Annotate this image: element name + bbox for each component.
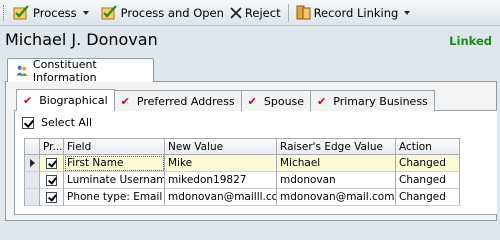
checkmark-icon: ✔ [23, 94, 33, 107]
tab-spouse-label: Spouse [263, 94, 305, 108]
tab-primary-business[interactable]: ✔ Primary Business [310, 90, 435, 111]
action-cell[interactable]: Changed [396, 155, 460, 172]
new-value-cell[interactable]: Mike [165, 155, 277, 172]
process-and-open-check-icon [101, 5, 117, 20]
row-process-checkbox[interactable] [46, 174, 57, 186]
process-and-open-label: Process and Open [120, 5, 224, 20]
row-process-checkbox[interactable] [46, 157, 57, 169]
column-header-field[interactable]: Field [64, 138, 165, 155]
record-linking-button[interactable]: Record Linking [293, 2, 420, 24]
checkmark-icon: ✔ [247, 94, 257, 108]
tab-constituent-information[interactable]: Constituent Information [7, 57, 154, 84]
action-cell[interactable]: Changed [396, 172, 460, 189]
new-value-cell[interactable]: mikedon19827 [165, 172, 277, 189]
column-header-action[interactable]: Action [396, 138, 460, 155]
constituent-people-icon [16, 65, 28, 77]
select-all-label: Select All [41, 116, 93, 129]
column-header-process[interactable]: Pr... [40, 138, 64, 155]
tab-primary-business-label: Primary Business [333, 94, 428, 108]
row-process-cell[interactable] [40, 189, 64, 206]
re-value-cell[interactable]: Michael [277, 155, 396, 172]
grid-header-row: Pr... Field New Value Raiser's Edge Valu… [24, 138, 460, 155]
reject-x-icon [230, 6, 242, 19]
checkmark-icon: ✔ [120, 94, 130, 108]
toolbar-separator [287, 3, 289, 22]
process-dropdown-icon[interactable] [82, 10, 89, 15]
record-linking-dropdown-icon[interactable] [404, 10, 411, 15]
tab-spouse[interactable]: ✔ Spouse [240, 90, 312, 111]
column-header-re-value[interactable]: Raiser's Edge Value [277, 138, 396, 155]
constituent-name: Michael J. Donovan [5, 30, 158, 49]
action-cell[interactable]: Changed [396, 189, 460, 206]
tab-preferred-address[interactable]: ✔ Preferred Address [113, 90, 242, 111]
toolbar: Process Process and Open Reject Record L… [0, 0, 500, 26]
select-all[interactable]: Select All [22, 116, 92, 129]
column-header-new-value[interactable]: New Value [165, 138, 277, 155]
row-process-cell[interactable] [40, 172, 64, 189]
field-cell[interactable]: Luminate Username [64, 172, 165, 189]
tab-biographical[interactable]: ✔ Biographical [16, 89, 115, 111]
row-selector[interactable] [24, 155, 40, 172]
row-selector-header [24, 138, 40, 155]
row-selector[interactable] [24, 172, 40, 189]
field-cell[interactable]: Phone type: Email [64, 189, 165, 206]
inner-tab-strip: ✔ Biographical ✔ Preferred Address ✔ Spo… [16, 89, 435, 111]
table-row[interactable]: Luminate Username mikedon19827 mdonovan … [24, 172, 460, 189]
process-and-open-button[interactable]: Process and Open [98, 2, 227, 24]
tab-biographical-label: Biographical [39, 94, 108, 107]
tab-constituent-information-label: Constituent Information [32, 57, 97, 84]
process-button[interactable]: Process [10, 2, 98, 24]
current-row-arrow-icon [29, 159, 35, 167]
tab-preferred-address-label: Preferred Address [136, 94, 235, 108]
table-row[interactable]: First Name Mike Michael Changed [24, 155, 460, 172]
re-value-cell[interactable]: mdonovan [277, 172, 396, 189]
process-check-icon [13, 5, 29, 20]
reject-button[interactable]: Reject [227, 2, 284, 24]
row-process-checkbox[interactable] [46, 191, 57, 203]
select-all-checkbox[interactable] [22, 116, 34, 129]
re-value-cell[interactable]: mdonovan@mail.com [277, 189, 396, 206]
new-value-cell[interactable]: mdonovan@mailll.com [165, 189, 277, 206]
toolbar-grip[interactable] [3, 4, 6, 21]
checkmark-icon: ✔ [317, 94, 327, 108]
reject-label: Reject [244, 5, 281, 20]
record-linking-label: Record Linking [313, 5, 399, 20]
row-process-cell[interactable] [40, 155, 64, 172]
link-status: Linked [449, 34, 492, 48]
field-cell[interactable]: First Name [64, 155, 165, 172]
row-selector[interactable] [24, 189, 40, 206]
changes-grid: Pr... Field New Value Raiser's Edge Valu… [24, 138, 460, 206]
record-linking-icon [296, 5, 311, 20]
process-label: Process [33, 5, 77, 20]
table-row[interactable]: Phone type: Email mdonovan@mailll.com md… [24, 189, 460, 206]
